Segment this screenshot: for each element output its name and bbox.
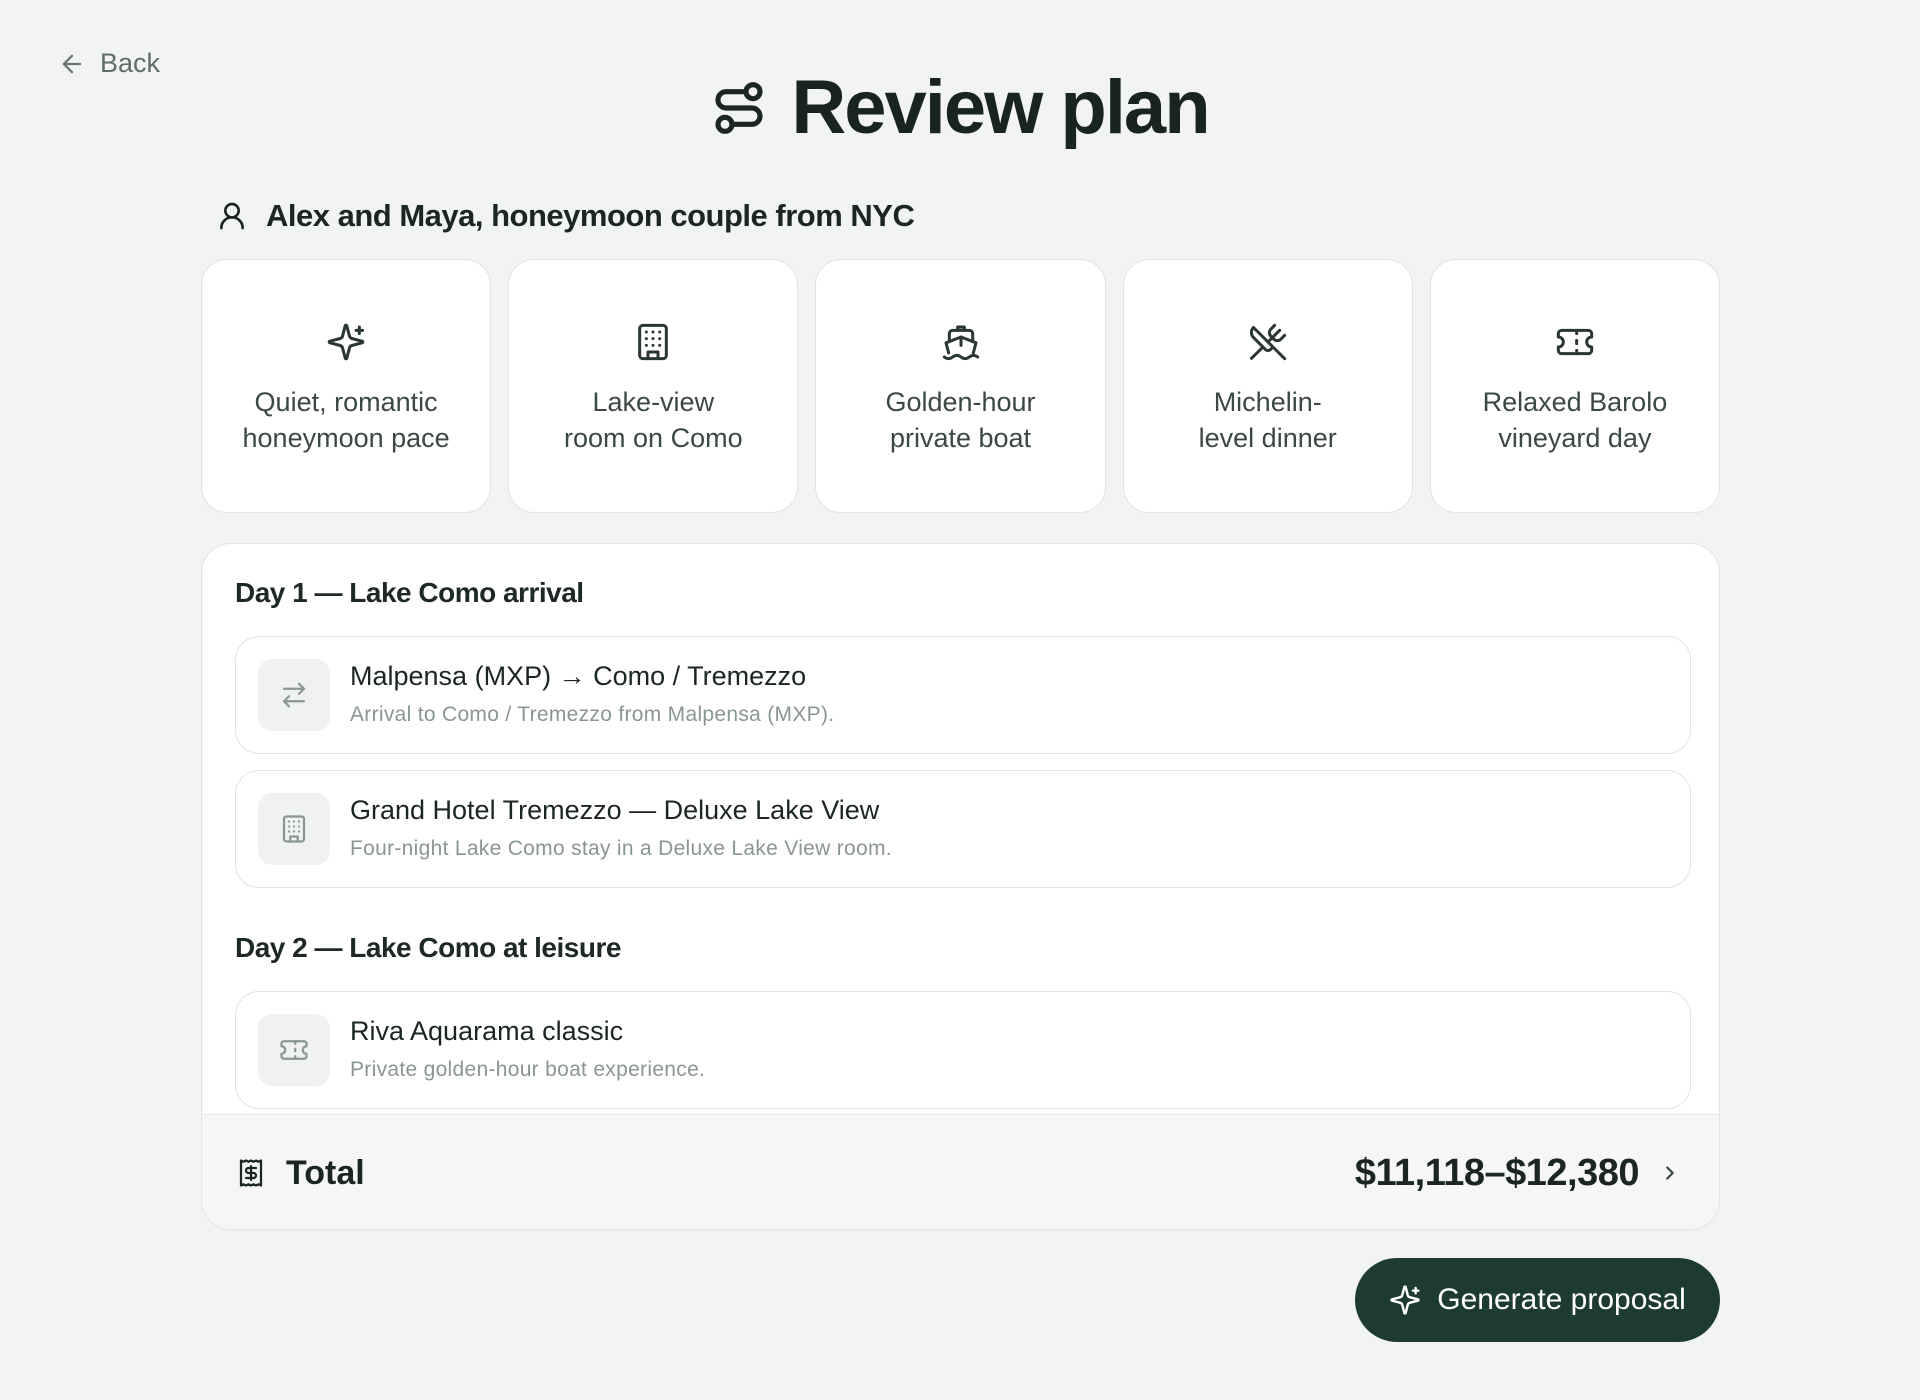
receipt-icon: [239, 1159, 263, 1187]
generate-proposal-label: Generate proposal: [1437, 1283, 1686, 1316]
ticket-icon: [280, 1040, 308, 1060]
client-label: Alex and Maya, honeymoon couple from NYC: [266, 198, 915, 233]
total-label: Total: [286, 1153, 365, 1192]
client-summary: Alex and Maya, honeymoon couple from NYC: [216, 198, 915, 234]
item-subtitle: Private golden-hour boat experience.: [350, 1058, 706, 1081]
highlight-line: Golden-hour: [885, 387, 1036, 417]
item-title: Grand Hotel Tremezzo — Deluxe Lake View: [350, 795, 880, 825]
transfer-icon: [282, 682, 306, 708]
page-header: Review plan: [0, 64, 1920, 151]
highlight-line: honeymoon pace: [242, 423, 450, 453]
review-plan-page: Back Review plan Alex and Maya, honeymoo…: [0, 0, 1920, 1400]
utensils-crossed-icon: [1249, 323, 1286, 361]
itinerary-scroll-area[interactable]: Day 1 — Lake Como arrival Malpensa (MXP)…: [202, 544, 1719, 1114]
item-title: Malpensa (MXP) → Como / Tremezzo: [350, 661, 807, 691]
building-icon: [638, 323, 669, 361]
highlight-card-boat: Golden-hour private boat: [815, 259, 1106, 513]
total-row[interactable]: Total $11,118–$12,380: [202, 1114, 1719, 1229]
highlight-line: private boat: [889, 423, 1032, 453]
sparkles-icon: [1390, 1285, 1420, 1315]
highlight-line: level dinner: [1198, 423, 1337, 453]
item-subtitle: Four-night Lake Como stay in a Deluxe La…: [350, 837, 892, 860]
highlight-line: vineyard day: [1498, 423, 1652, 453]
chevron-right-icon: [1666, 1166, 1674, 1180]
itinerary-item-boat[interactable]: Riva Aquarama classic Private golden-hou…: [235, 991, 1691, 1109]
highlight-card-dinner: Michelin- level dinner: [1122, 259, 1413, 513]
highlight-card-vineyard: Relaxed Barolo vineyard day: [1429, 259, 1721, 513]
day-title: Day 2 — Lake Como at leisure: [235, 932, 621, 963]
itinerary-item-hotel[interactable]: Grand Hotel Tremezzo — Deluxe Lake View …: [235, 770, 1691, 888]
highlight-line: Lake-view: [592, 387, 715, 417]
building-icon: [282, 815, 306, 843]
day-title: Day 1 — Lake Como arrival: [235, 577, 584, 608]
highlight-card-pace: Quiet, romantic honeymoon pace: [201, 259, 492, 513]
route-icon: [715, 81, 763, 134]
highlight-line: Relaxed Barolo: [1482, 387, 1668, 417]
sparkles-icon: [327, 323, 365, 361]
highlight-line: Quiet, romantic: [254, 387, 438, 417]
item-subtitle: Arrival to Como / Tremezzo from Malpensa…: [350, 703, 835, 726]
generate-proposal-button[interactable]: Generate proposal: [1355, 1258, 1720, 1342]
ship-icon: [942, 325, 979, 361]
total-value: $11,118–$12,380: [1354, 1151, 1640, 1194]
itinerary-panel: Day 1 — Lake Como arrival Malpensa (MXP)…: [201, 543, 1720, 1230]
trip-highlights: Quiet, romantic honeymoon pace Lake-view…: [201, 259, 1721, 513]
ticket-icon: [1556, 328, 1594, 356]
user-icon: [220, 202, 244, 230]
highlight-line: Michelin-: [1213, 387, 1322, 417]
highlight-card-room: Lake-view room on Como: [508, 259, 799, 513]
itinerary-item-transfer[interactable]: Malpensa (MXP) → Como / Tremezzo Arrival…: [235, 636, 1691, 754]
item-title: Riva Aquarama classic: [350, 1016, 624, 1046]
highlight-line: room on Como: [564, 423, 743, 453]
page-title: Review plan: [791, 65, 1210, 150]
